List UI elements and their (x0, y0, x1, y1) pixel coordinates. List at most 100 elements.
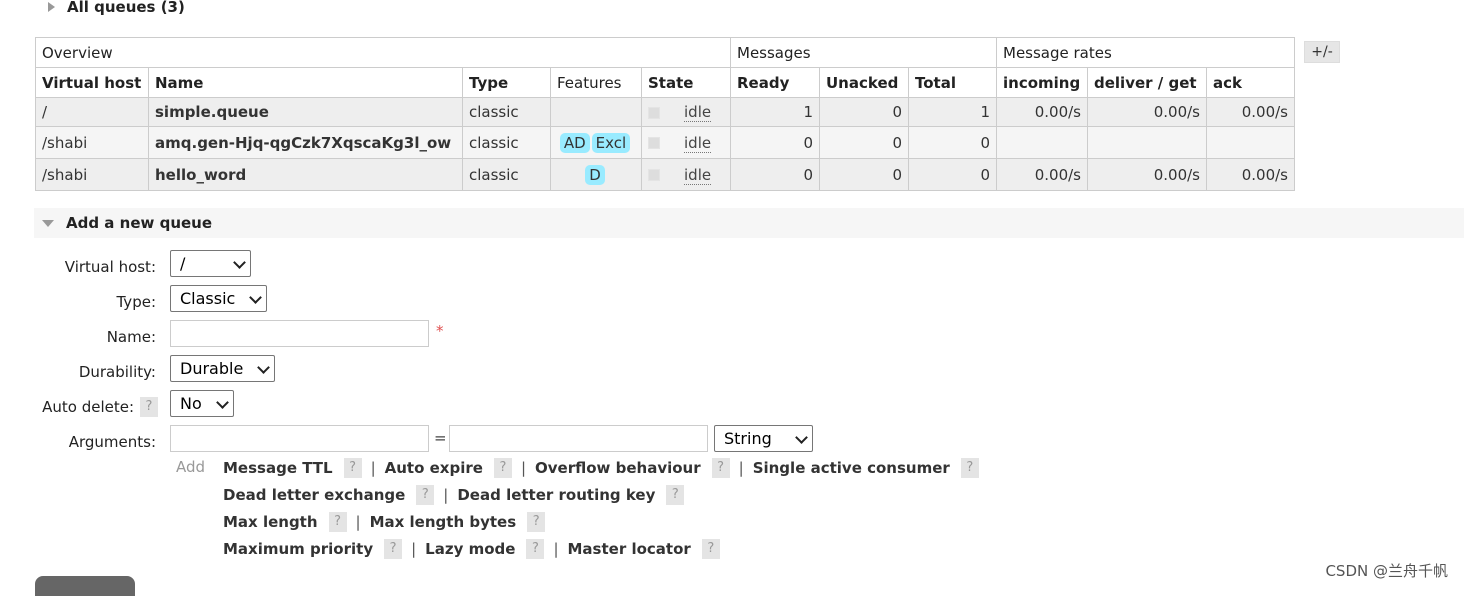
col-unacked[interactable]: Unacked (819, 67, 909, 98)
help-icon[interactable]: ? (328, 512, 347, 532)
row-ready: 0 (730, 158, 820, 191)
col-incoming[interactable]: incoming (996, 67, 1088, 98)
collapse-triangle-icon (42, 219, 54, 227)
label-virtual-host: Virtual host: (64, 258, 156, 276)
row-type: classic (462, 97, 551, 127)
chevron-down-icon (257, 361, 270, 374)
row-ack: 0.00/s (1206, 97, 1295, 127)
label-type: Type: (116, 293, 156, 311)
col-type[interactable]: Type (462, 67, 551, 98)
auto-delete-help-icon[interactable]: ? (140, 397, 158, 417)
row-features (550, 97, 642, 127)
row-deliver-get (1087, 126, 1207, 159)
row-state: idle (641, 126, 731, 159)
arg-max-length[interactable]: Max length (223, 513, 318, 531)
row-features: D (550, 158, 642, 191)
arg-overflow-behaviour[interactable]: Overflow behaviour (535, 459, 701, 477)
argument-key-input[interactable] (170, 425, 429, 452)
add-queue-bar (34, 208, 1464, 238)
row-ready: 1 (730, 97, 820, 127)
help-icon[interactable]: ? (526, 539, 545, 559)
help-icon[interactable]: ? (701, 539, 720, 559)
separator: | (411, 540, 417, 558)
separator: | (370, 459, 376, 477)
auto-delete-value: No (180, 394, 202, 413)
all-queues-label: All queues (3) (67, 0, 185, 16)
col-state[interactable]: State (641, 67, 731, 98)
row-vhost: /shabi (35, 158, 149, 191)
state-idle: idle (684, 103, 712, 122)
argument-type-select[interactable]: String (714, 425, 813, 452)
arg-max-length-bytes[interactable]: Max length bytes (370, 513, 517, 531)
row-unacked: 0 (819, 97, 909, 127)
chevron-down-icon (249, 291, 262, 304)
arg-dead-letter-routing-key[interactable]: Dead letter routing key (457, 486, 655, 504)
row-deliver-get: 0.00/s (1087, 97, 1207, 127)
row-unacked: 0 (819, 158, 909, 191)
row-name-link[interactable]: amq.gen-Hjq-qgCzk7XqscaKg3l_ow (148, 126, 463, 159)
row-name-link[interactable]: simple.queue (148, 97, 463, 127)
row-state: idle (641, 97, 731, 127)
row-features: AD Excl (550, 126, 642, 159)
separator: | (443, 486, 449, 504)
arg-auto-expire[interactable]: Auto expire (385, 459, 483, 477)
name-input[interactable] (170, 320, 429, 347)
row-name-link[interactable]: hello_word (148, 158, 463, 191)
help-icon[interactable]: ? (416, 485, 435, 505)
add-queue-toggle[interactable]: Add a new queue (34, 208, 212, 238)
help-icon[interactable]: ? (527, 512, 546, 532)
arg-links-line-1: Message TTL ? | Auto expire ? | Overflow… (223, 458, 979, 478)
virtual-host-value: / (180, 254, 186, 273)
feature-badge-excl: Excl (591, 132, 631, 153)
arg-links-line-4: Maximum priority ? | Lazy mode ? | Maste… (223, 539, 720, 559)
arg-dead-letter-exchange[interactable]: Dead letter exchange (223, 486, 405, 504)
help-icon[interactable]: ? (493, 458, 512, 478)
type-select[interactable]: Classic (170, 285, 267, 312)
all-queues-toggle[interactable]: All queues (3) (36, 0, 185, 22)
add-queue-button[interactable] (35, 576, 135, 596)
argument-value-input[interactable] (449, 425, 708, 452)
row-incoming: 0.00/s (996, 97, 1088, 127)
arg-master-locator[interactable]: Master locator (568, 540, 691, 558)
table-row: /shabi hello_word classic D idle 0 0 0 0… (35, 158, 1295, 191)
arg-maximum-priority[interactable]: Maximum priority (223, 540, 373, 558)
feature-badge-d: D (585, 164, 605, 185)
durability-value: Durable (180, 359, 244, 378)
col-deliver-get[interactable]: deliver / get (1087, 67, 1207, 98)
col-ack[interactable]: ack (1206, 67, 1295, 98)
durability-select[interactable]: Durable (170, 355, 275, 382)
help-icon[interactable]: ? (711, 458, 730, 478)
state-square-icon (648, 106, 660, 119)
chevron-down-icon (216, 396, 229, 409)
virtual-host-select[interactable]: / (170, 250, 251, 277)
help-icon[interactable]: ? (960, 458, 979, 478)
row-type: classic (462, 126, 551, 159)
group-messages: Messages (730, 37, 997, 68)
argument-type-value: String (724, 429, 772, 448)
state-idle: idle (684, 165, 712, 185)
arg-single-active-consumer[interactable]: Single active consumer (753, 459, 950, 477)
table-row: / simple.queue classic idle 1 0 1 0.00/s… (35, 97, 1295, 127)
watermark: CSDN @兰舟千帆 (1325, 562, 1448, 580)
row-incoming (996, 126, 1088, 159)
arg-message-ttl[interactable]: Message TTL (223, 459, 333, 477)
auto-delete-select[interactable]: No (170, 390, 234, 417)
label-name: Name: (106, 328, 156, 346)
arg-lazy-mode[interactable]: Lazy mode (425, 540, 515, 558)
help-icon[interactable]: ? (666, 485, 685, 505)
help-icon[interactable]: ? (384, 539, 403, 559)
separator: | (553, 540, 559, 558)
col-name[interactable]: Name (148, 67, 463, 98)
label-auto-delete: Auto delete: (42, 398, 134, 416)
help-icon[interactable]: ? (343, 458, 362, 478)
col-features: Features (550, 67, 642, 98)
separator: | (520, 459, 526, 477)
label-durability: Durability: (78, 363, 156, 381)
row-vhost: /shabi (35, 126, 149, 159)
group-message-rates: Message rates (996, 37, 1295, 68)
row-unacked: 0 (819, 126, 909, 159)
column-toggle-button[interactable]: +/- (1304, 41, 1340, 63)
col-virtual-host[interactable]: Virtual host (35, 67, 149, 98)
col-ready[interactable]: Ready (730, 67, 820, 98)
col-total[interactable]: Total (908, 67, 997, 98)
